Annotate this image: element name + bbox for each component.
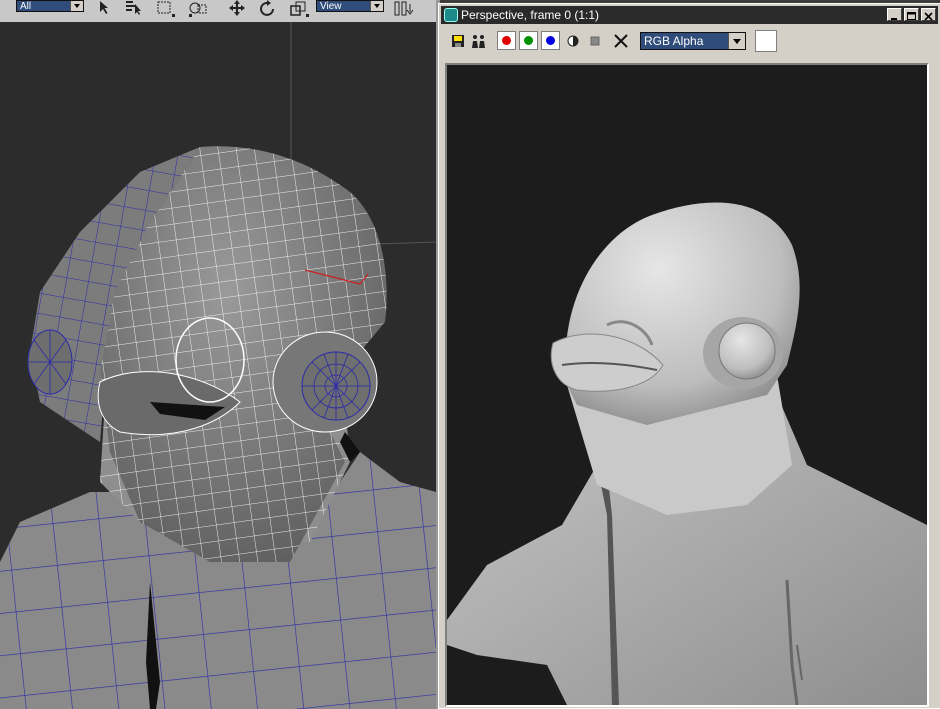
frame-window-titlebar[interactable]: Perspective, frame 0 (1:1) [441, 6, 938, 24]
maximize-button[interactable] [904, 8, 919, 21]
app-icon [444, 8, 458, 22]
eye-right-spokes [302, 352, 370, 420]
close-button[interactable] [921, 8, 936, 21]
scale-icon[interactable] [289, 0, 309, 18]
chevron-down-icon [728, 33, 745, 49]
chevron-down-icon [370, 1, 383, 11]
reference-coordinate-dropdown[interactable]: View [316, 0, 384, 12]
move-icon[interactable] [227, 0, 247, 18]
frame-window-title: Perspective, frame 0 (1:1) [461, 8, 600, 22]
perspective-viewport[interactable] [0, 22, 436, 709]
rect-region-icon[interactable] [155, 0, 175, 18]
close-x-icon[interactable] [612, 32, 630, 50]
green-channel-toggle[interactable] [519, 31, 538, 50]
main-toolbar: All View [0, 0, 436, 23]
mono-channel-icon[interactable] [564, 32, 582, 50]
select-icon[interactable] [94, 0, 114, 18]
minimize-button[interactable] [887, 8, 902, 21]
background-color-swatch[interactable] [755, 30, 777, 52]
channel-display-dropdown[interactable]: RGB Alpha [640, 32, 746, 50]
rotate-icon[interactable] [258, 0, 278, 18]
render-eye [718, 322, 776, 380]
pivot-icon[interactable] [392, 0, 414, 18]
green-channel-icon [524, 36, 533, 45]
reference-coordinate-value: View [320, 1, 342, 12]
render-image-area [445, 63, 929, 707]
red-channel-icon [502, 36, 511, 45]
blue-channel-icon [546, 36, 555, 45]
clear-icon[interactable] [586, 32, 604, 50]
clone-frame-icon[interactable] [469, 32, 487, 50]
window-crossing-icon[interactable] [186, 0, 207, 18]
selection-filter-dropdown[interactable]: All [16, 0, 84, 12]
blue-channel-toggle[interactable] [541, 31, 560, 50]
red-channel-toggle[interactable] [497, 31, 516, 50]
chevron-down-icon [70, 1, 83, 11]
channel-display-value: RGB Alpha [644, 34, 704, 48]
frame-toolbar: RGB Alpha [441, 26, 938, 60]
rendered-frame-window: Perspective, frame 0 (1:1) RGB Alpha [438, 3, 940, 709]
selection-filter-value: All [20, 1, 32, 12]
save-image-icon[interactable] [449, 32, 467, 50]
select-by-name-icon[interactable] [124, 0, 144, 18]
